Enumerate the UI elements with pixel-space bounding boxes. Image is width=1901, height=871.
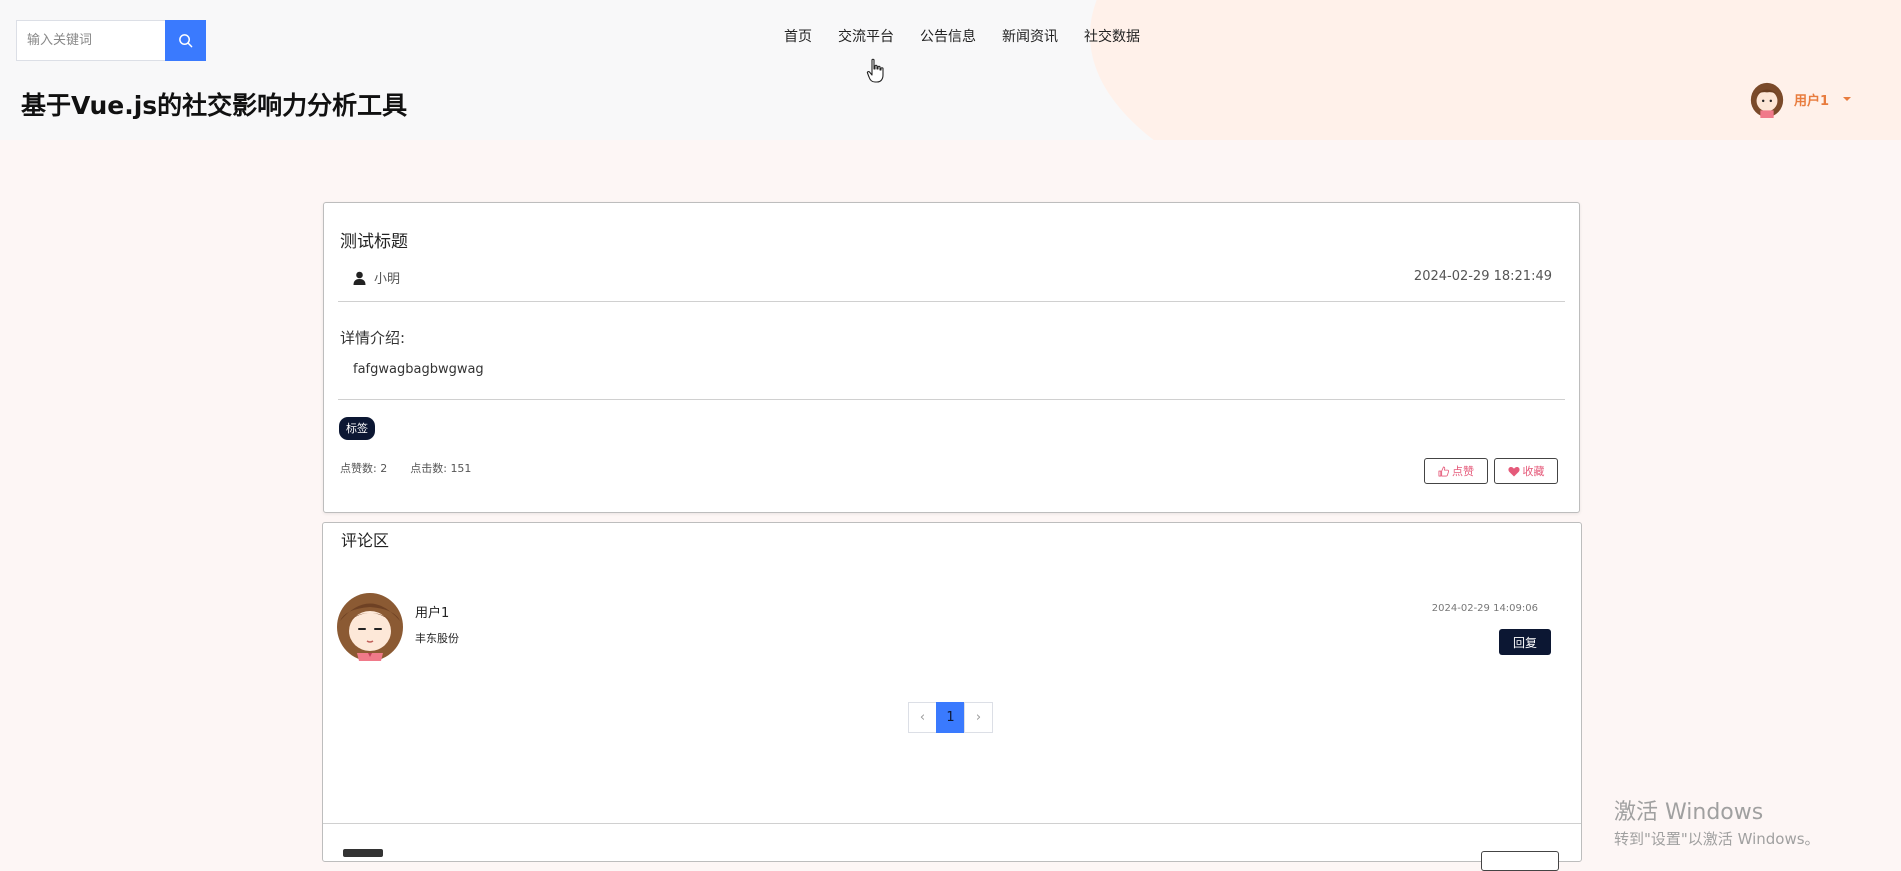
user-icon (353, 271, 366, 285)
clicks-label: 点击数: (410, 462, 447, 475)
divider (338, 399, 1565, 400)
post-author: 小明 (353, 268, 400, 287)
caret-down-icon (1843, 97, 1852, 101)
clicks-count: 151 (450, 462, 472, 475)
avatar (1750, 82, 1784, 118)
divider (323, 823, 1581, 824)
pagination-next-button[interactable]: › (964, 702, 993, 733)
comment-heading: 评论区 (341, 531, 390, 550)
author-name: 小明 (374, 272, 401, 287)
favorite-button[interactable]: 收藏 (1494, 458, 1558, 484)
post-card: 测试标题 小明 2024-02-29 18:21:49 详情介绍: fafgwa… (323, 202, 1580, 513)
like-button-label: 点赞 (1452, 466, 1474, 478)
nav-item-social-data[interactable]: 社交数据 (1084, 26, 1140, 46)
hand-cursor-icon (866, 58, 884, 83)
nav-item-home[interactable]: 首页 (784, 26, 812, 46)
header: 基于Vue.js的社交影响力分析工具 首页 交流平台 公告信息 新闻资讯 社交数… (0, 0, 1901, 140)
search-input[interactable] (16, 20, 165, 61)
nav-item-forum[interactable]: 交流平台 (838, 26, 894, 46)
comment-section: 评论区 用户1 丰东股份 2024-02-29 14:09:06 回复 ‹ 1 … (322, 522, 1582, 871)
likes-count: 2 (380, 462, 388, 475)
pagination-prev-button[interactable]: ‹ (908, 702, 937, 733)
search-button[interactable] (165, 20, 206, 61)
header-decoration (1090, 0, 1901, 140)
post-title: 测试标题 (340, 232, 408, 252)
main-nav: 首页 交流平台 公告信息 新闻资讯 社交数据 (784, 26, 1166, 46)
watermark-subtitle: 转到"设置"以激活 Windows。 (1614, 830, 1820, 848)
comment-time: 2024-02-29 14:09:06 (1431, 603, 1538, 614)
comment-text: 丰东股份 (415, 632, 459, 645)
pagination-page-button[interactable]: 1 (936, 702, 965, 733)
nav-item-news[interactable]: 新闻资讯 (1002, 26, 1058, 46)
windows-activation-watermark: 激活 Windows 转到"设置"以激活 Windows。 (1614, 794, 1820, 849)
comment-author: 用户1 (415, 606, 450, 621)
user-menu[interactable]: 用户1 (1748, 80, 1852, 118)
next-section-heading-partial (343, 849, 383, 857)
next-section-button-partial[interactable] (1481, 851, 1559, 871)
pagination: ‹ 1 › (908, 702, 993, 733)
reply-button[interactable]: 回复 (1499, 629, 1551, 655)
search-box (16, 20, 206, 61)
detail-label: 详情介绍: (340, 329, 406, 347)
tag-badge: 标签 (339, 417, 375, 440)
heart-icon (1507, 466, 1520, 476)
detail-content: fafgwagbagbwgwag (353, 362, 484, 377)
watermark-title: 激活 Windows (1614, 800, 1764, 825)
user-name: 用户1 (1794, 93, 1830, 109)
post-stats: 点赞数: 2 点击数: 151 (340, 460, 471, 476)
post-time: 2024-02-29 18:21:49 (1413, 269, 1552, 284)
avatar (337, 593, 403, 661)
thumbs-up-icon (1438, 466, 1449, 476)
likes-label: 点赞数: (340, 462, 377, 475)
favorite-button-label: 收藏 (1522, 466, 1545, 478)
site-title: 基于Vue.js的社交影响力分析工具 (21, 91, 408, 120)
search-icon (179, 34, 193, 48)
divider (338, 301, 1565, 302)
nav-item-announcements[interactable]: 公告信息 (920, 26, 976, 46)
like-button[interactable]: 点赞 (1424, 458, 1488, 484)
